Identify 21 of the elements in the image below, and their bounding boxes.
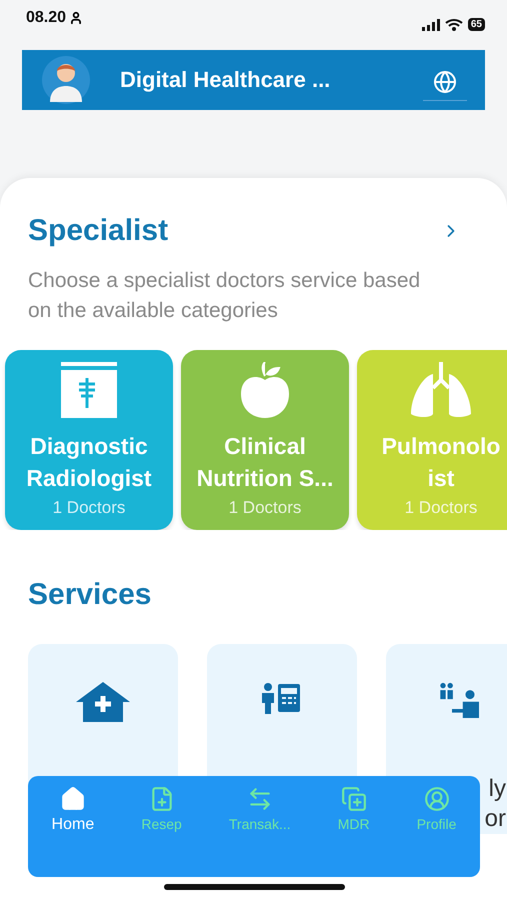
doctor-count: 1 Doctors	[404, 498, 478, 518]
section-title: Specialist	[28, 214, 168, 248]
service-label: ly or	[484, 774, 506, 834]
nav-tab[interactable]: Resep	[141, 786, 182, 832]
specialist-name: Pulmonolo ist	[380, 432, 502, 493]
nav-tab[interactable]: Profile	[416, 786, 456, 832]
specialist-card[interactable]: Clinical Nutrition S... 1 Doctors	[181, 350, 349, 530]
specialist-card[interactable]: Diagnostic Radiologist 1 Doctors	[5, 350, 173, 530]
status-time: 08.20	[26, 9, 66, 27]
specialist-card[interactable]: Pulmonolo ist 1 Doctors	[357, 350, 507, 530]
nav-tab[interactable]: Transak...	[228, 786, 291, 832]
app-title: Digital Healthcare ...	[120, 67, 332, 93]
doctor-count: 1 Doctors	[228, 498, 302, 518]
section-description: Choose a specialist doctors service based on the available categories	[28, 268, 422, 324]
nav-tab[interactable]: MDR	[338, 786, 370, 832]
specialist-name: Clinical Nutrition S...	[196, 432, 334, 493]
specialist-name: Diagnostic Radiologist	[25, 432, 153, 493]
battery-level: 65	[468, 18, 485, 31]
doctor-count: 1 Doctors	[52, 498, 126, 518]
nav-tab[interactable]: Home	[52, 786, 94, 834]
section-title: Services	[28, 578, 152, 612]
